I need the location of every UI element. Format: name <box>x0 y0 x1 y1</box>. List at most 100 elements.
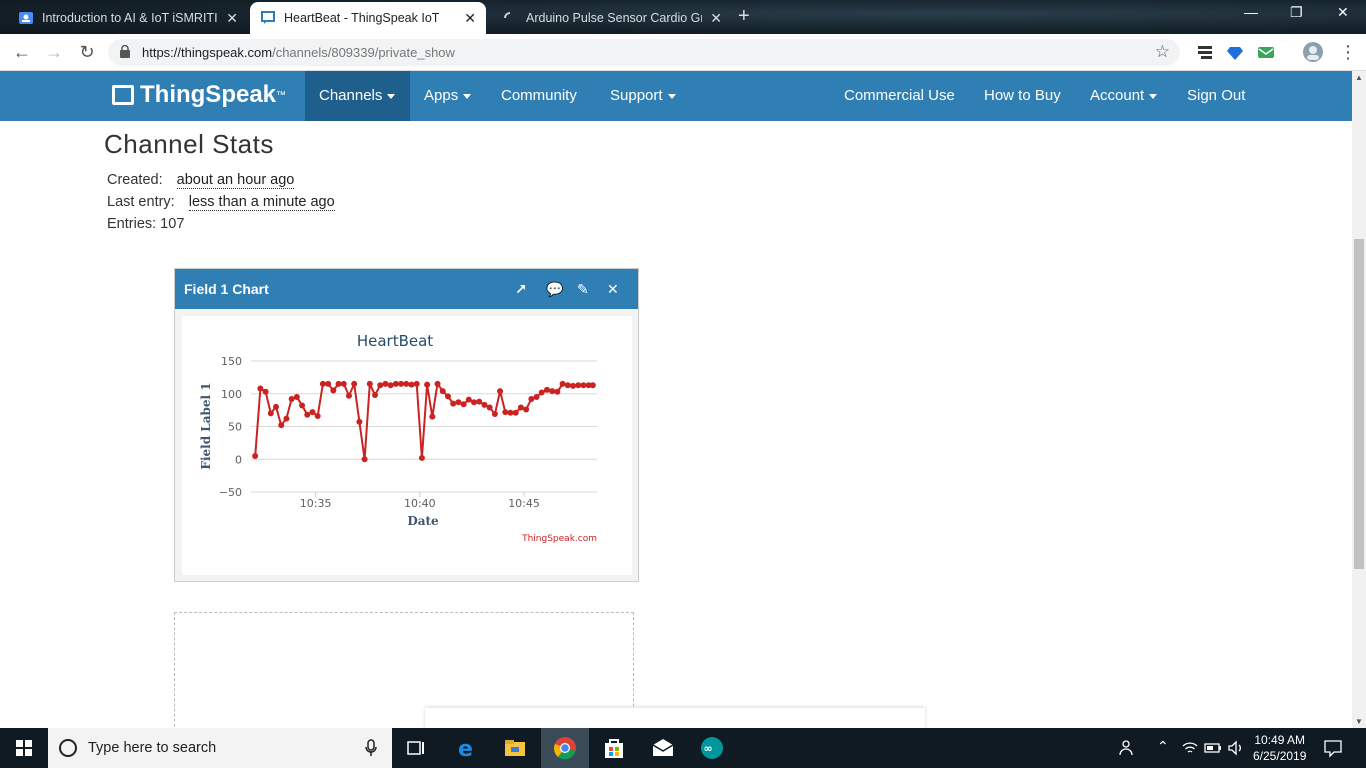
volume-icon[interactable] <box>1227 740 1245 756</box>
data-point <box>356 418 363 425</box>
thingspeak-logo[interactable]: ThingSpeak ™ <box>112 81 286 109</box>
data-point <box>559 380 566 387</box>
profile-avatar-icon[interactable] <box>1303 42 1323 62</box>
store-icon[interactable] <box>602 736 626 760</box>
address-bar[interactable]: https://thingspeak.com/channels/809339/p… <box>108 39 1180 66</box>
task-view-icon[interactable] <box>404 736 428 760</box>
arduino-icon[interactable]: ∞ <box>700 736 724 760</box>
heartbeat-chart: HeartBeat 150 100 50 0 −50 10:35 10:40 10:45 Date… <box>199 332 597 544</box>
forward-arrow-icon[interactable]: → <box>42 40 66 64</box>
chrome-icon[interactable] <box>553 736 577 760</box>
entries-count: Entries: 107 <box>107 216 185 232</box>
close-tab-icon[interactable]: ✕ <box>710 10 722 27</box>
browser-tab-2[interactable]: Arduino Pulse Sensor Cardio Gra ✕ <box>492 2 732 34</box>
scrollbar-thumb[interactable] <box>1354 239 1364 569</box>
chevron-up-icon[interactable]: ⌃ <box>1157 738 1169 755</box>
edge-browser-icon[interactable]: e <box>455 736 479 760</box>
nav-sign-out[interactable]: Sign Out <box>1173 71 1259 121</box>
nav-commercial-use[interactable]: Commercial Use <box>830 71 969 121</box>
mail-extension-icon[interactable] <box>1257 43 1275 61</box>
nav-account[interactable]: Account <box>1076 71 1171 121</box>
page-scrollbar[interactable]: ▲ ▼ <box>1352 71 1366 728</box>
data-point <box>481 401 488 408</box>
data-point <box>345 392 352 399</box>
data-point <box>283 415 290 422</box>
url-text: https://thingspeak.com/channels/809339/p… <box>142 45 455 60</box>
minimize-icon[interactable]: — <box>1244 4 1258 20</box>
browser-tab-1[interactable]: HeartBeat - ThingSpeak IoT ✕ <box>250 2 486 34</box>
back-arrow-icon[interactable]: ← <box>10 40 34 64</box>
close-window-icon[interactable]: ✕ <box>1337 4 1349 21</box>
mail-icon[interactable] <box>651 736 675 760</box>
new-tab-button[interactable]: + <box>738 5 750 28</box>
data-point <box>319 380 326 387</box>
nav-how-to-buy[interactable]: How to Buy <box>970 71 1075 121</box>
last-entry-row: Last entry: less than a minute ago <box>107 194 335 211</box>
browser-tab-0[interactable]: Introduction to AI & IoT iSMRITI ✕ <box>8 2 248 34</box>
menu-dots-icon[interactable]: ⋮ <box>1336 40 1360 64</box>
system-clock[interactable]: 10:49 AM 6/25/2019 <box>1253 732 1306 764</box>
data-point <box>314 413 321 420</box>
diamond-extension-icon[interactable] <box>1226 43 1244 61</box>
url-host: https://thingspeak.com <box>142 45 273 60</box>
scroll-down-icon[interactable]: ▼ <box>1352 717 1366 726</box>
people-icon[interactable] <box>1118 738 1138 758</box>
windows-start-icon[interactable] <box>0 728 48 768</box>
pencil-edit-icon[interactable]: ✎ <box>577 269 589 309</box>
notifications-icon[interactable] <box>1323 738 1343 758</box>
logo-text: ThingSpeak <box>140 81 277 108</box>
battery-icon[interactable] <box>1204 740 1222 756</box>
file-explorer-icon[interactable] <box>503 736 527 760</box>
wifi-icon[interactable] <box>1182 740 1198 756</box>
data-point <box>460 401 467 408</box>
nav-support[interactable]: Support <box>596 71 690 121</box>
nav-channels[interactable]: Channels <box>305 71 410 121</box>
data-point <box>523 406 530 413</box>
data-point <box>252 452 259 459</box>
data-point <box>361 456 368 463</box>
search-placeholder: Type here to search <box>88 740 217 756</box>
speech-bubble-icon <box>112 85 134 105</box>
logo-trademark: ™ <box>276 89 287 101</box>
close-tab-icon[interactable]: ✕ <box>464 10 476 27</box>
nav-commercial-use-label: Commercial Use <box>844 87 955 104</box>
external-link-icon[interactable]: ↗ <box>515 269 527 309</box>
close-widget-icon[interactable]: ✕ <box>607 269 619 309</box>
data-point <box>543 386 550 393</box>
nav-how-to-buy-label: How to Buy <box>984 87 1061 104</box>
comment-icon[interactable]: 💬 <box>546 269 563 309</box>
url-path: /channels/809339/private_show <box>272 45 455 60</box>
nav-community[interactable]: Community <box>487 71 591 121</box>
channel-stats-heading: Channel Stats <box>104 129 274 159</box>
last-entry-value: less than a minute ago <box>188 194 335 211</box>
reload-icon[interactable]: ↻ <box>75 40 99 64</box>
field-1-chart-widget: Field 1 Chart ↗ 💬 ✎ ✕ HeartBeat 150 100 50 0… <box>174 268 639 582</box>
data-point <box>309 409 316 416</box>
chart-area: HeartBeat 150 100 50 0 −50 10:35 10:40 10:45 Date… <box>182 316 632 575</box>
restore-icon[interactable]: ❐ <box>1290 4 1303 21</box>
widget-header: Field 1 Chart ↗ 💬 ✎ ✕ <box>175 269 638 309</box>
created-row: Created: about an hour ago <box>107 172 295 189</box>
scroll-up-icon[interactable]: ▲ <box>1352 73 1366 82</box>
data-point <box>403 380 410 387</box>
data-point <box>580 382 587 389</box>
data-point <box>304 411 311 418</box>
nav-account-label: Account <box>1090 87 1145 104</box>
extension-icon[interactable] <box>1196 43 1214 61</box>
data-point <box>434 380 441 387</box>
data-point <box>372 392 379 399</box>
data-point <box>325 380 332 387</box>
bookmark-star-icon[interactable]: ☆ <box>1155 42 1170 62</box>
data-point <box>455 399 462 406</box>
browser-tab-strip: Introduction to AI & IoT iSMRITI ✕ Heart… <box>0 0 1366 34</box>
microphone-icon[interactable] <box>364 739 378 757</box>
clock-date: 6/25/2019 <box>1253 749 1307 763</box>
data-point <box>486 404 493 411</box>
nav-community-label: Community <box>501 87 577 104</box>
data-point <box>335 380 342 387</box>
close-tab-icon[interactable]: ✕ <box>226 10 238 27</box>
nav-apps[interactable]: Apps <box>410 71 485 121</box>
data-point <box>497 388 504 395</box>
taskbar-search-box[interactable]: Type here to search <box>48 728 392 768</box>
data-point <box>340 380 347 387</box>
